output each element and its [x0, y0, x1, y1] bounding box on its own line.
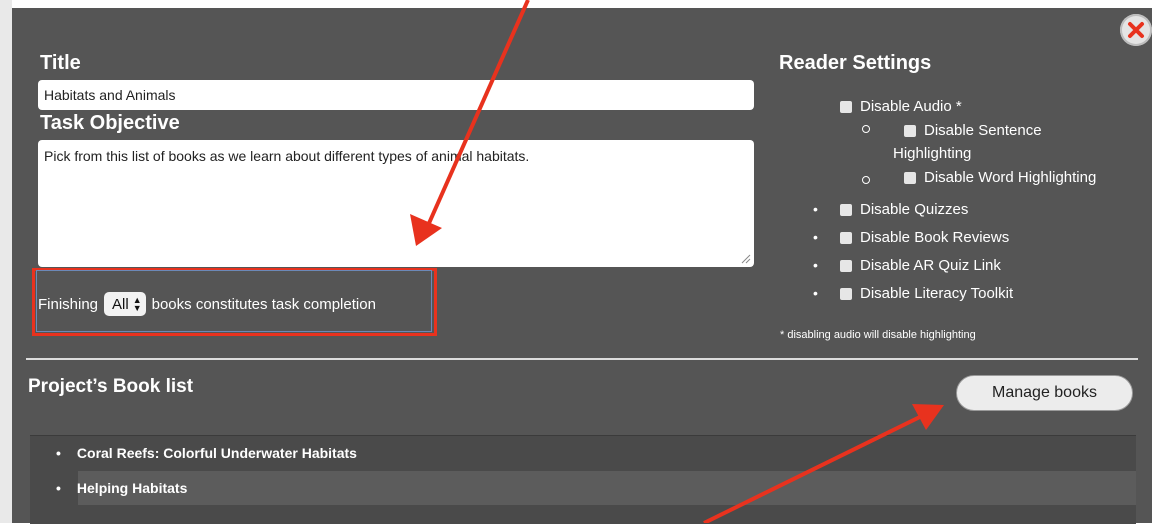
- setting-disable-sentence[interactable]: Disable Sentence: [904, 122, 1042, 139]
- checkbox[interactable]: [840, 100, 852, 113]
- sub-bullet: [862, 176, 870, 184]
- setting-label-line2: Highlighting: [893, 145, 972, 162]
- checkbox[interactable]: [840, 231, 852, 244]
- audio-note: * disabling audio will disable highlight…: [780, 329, 976, 341]
- setting-label: Disable Word Highlighting: [924, 169, 1097, 186]
- book-title: Coral Reefs: Colorful Underwater Habitat…: [76, 445, 357, 461]
- setting-label: Disable Book Reviews: [860, 229, 1010, 246]
- setting-disable-toolkit[interactable]: Disable Literacy Toolkit: [840, 285, 1013, 302]
- close-button[interactable]: [1120, 14, 1152, 46]
- reader-settings-heading: Reader Settings: [779, 52, 932, 74]
- completion-row: Finishing All ▲ ▼ books constitutes task …: [38, 290, 376, 318]
- title-input[interactable]: [38, 80, 754, 110]
- completion-suffix: books constitutes task completion: [151, 295, 376, 313]
- setting-disable-reviews[interactable]: Disable Book Reviews: [840, 229, 1009, 246]
- setting-label: Disable Quizzes: [860, 201, 969, 218]
- backdrop: [0, 0, 12, 523]
- checkbox[interactable]: [840, 287, 852, 300]
- divider: [26, 358, 1138, 360]
- title-label: Title: [40, 52, 81, 74]
- checkbox[interactable]: [904, 171, 916, 184]
- bullet: •: [56, 445, 61, 461]
- bullet: •: [813, 257, 818, 273]
- setting-label: Disable AR Quiz Link: [860, 257, 1001, 274]
- setting-label: Disable Audio *: [860, 98, 962, 115]
- task-objective-label: Task Objective: [40, 112, 180, 134]
- bullet: •: [56, 480, 61, 496]
- checkbox[interactable]: [904, 124, 916, 137]
- setting-label: Disable Sentence: [924, 122, 1042, 139]
- task-objective-textarea[interactable]: Pick from this list of books as we learn…: [38, 140, 754, 267]
- list-item[interactable]: • Coral Reefs: Colorful Underwater Habit…: [30, 436, 1136, 470]
- sub-bullet: [862, 125, 870, 133]
- setting-label: Disable Literacy Toolkit: [860, 285, 1014, 302]
- book-list-heading: Project’s Book list: [28, 376, 194, 397]
- setting-disable-quizzes[interactable]: Disable Quizzes: [840, 201, 968, 218]
- bullet: •: [813, 201, 818, 217]
- manage-books-button[interactable]: Manage books: [956, 375, 1133, 411]
- completion-prefix: Finishing: [38, 295, 99, 313]
- setting-label-continuation: Highlighting: [893, 145, 971, 162]
- setting-disable-ar[interactable]: Disable AR Quiz Link: [840, 257, 1001, 274]
- bullet: •: [813, 229, 818, 245]
- setting-disable-audio[interactable]: Disable Audio *: [840, 98, 962, 115]
- book-title: Helping Habitats: [76, 480, 188, 496]
- bullet: •: [813, 285, 818, 301]
- setting-disable-word[interactable]: Disable Word Highlighting: [904, 169, 1096, 186]
- updown-chevron-icon: ▲ ▼: [132, 295, 142, 313]
- checkbox[interactable]: [840, 259, 852, 272]
- checkbox[interactable]: [840, 203, 852, 216]
- completion-select-value: All: [112, 295, 129, 313]
- resize-grip-icon[interactable]: [741, 254, 751, 264]
- completion-select[interactable]: All ▲ ▼: [104, 292, 146, 316]
- close-icon: [1128, 22, 1144, 38]
- list-item[interactable]: • Helping Habitats: [56, 471, 1136, 505]
